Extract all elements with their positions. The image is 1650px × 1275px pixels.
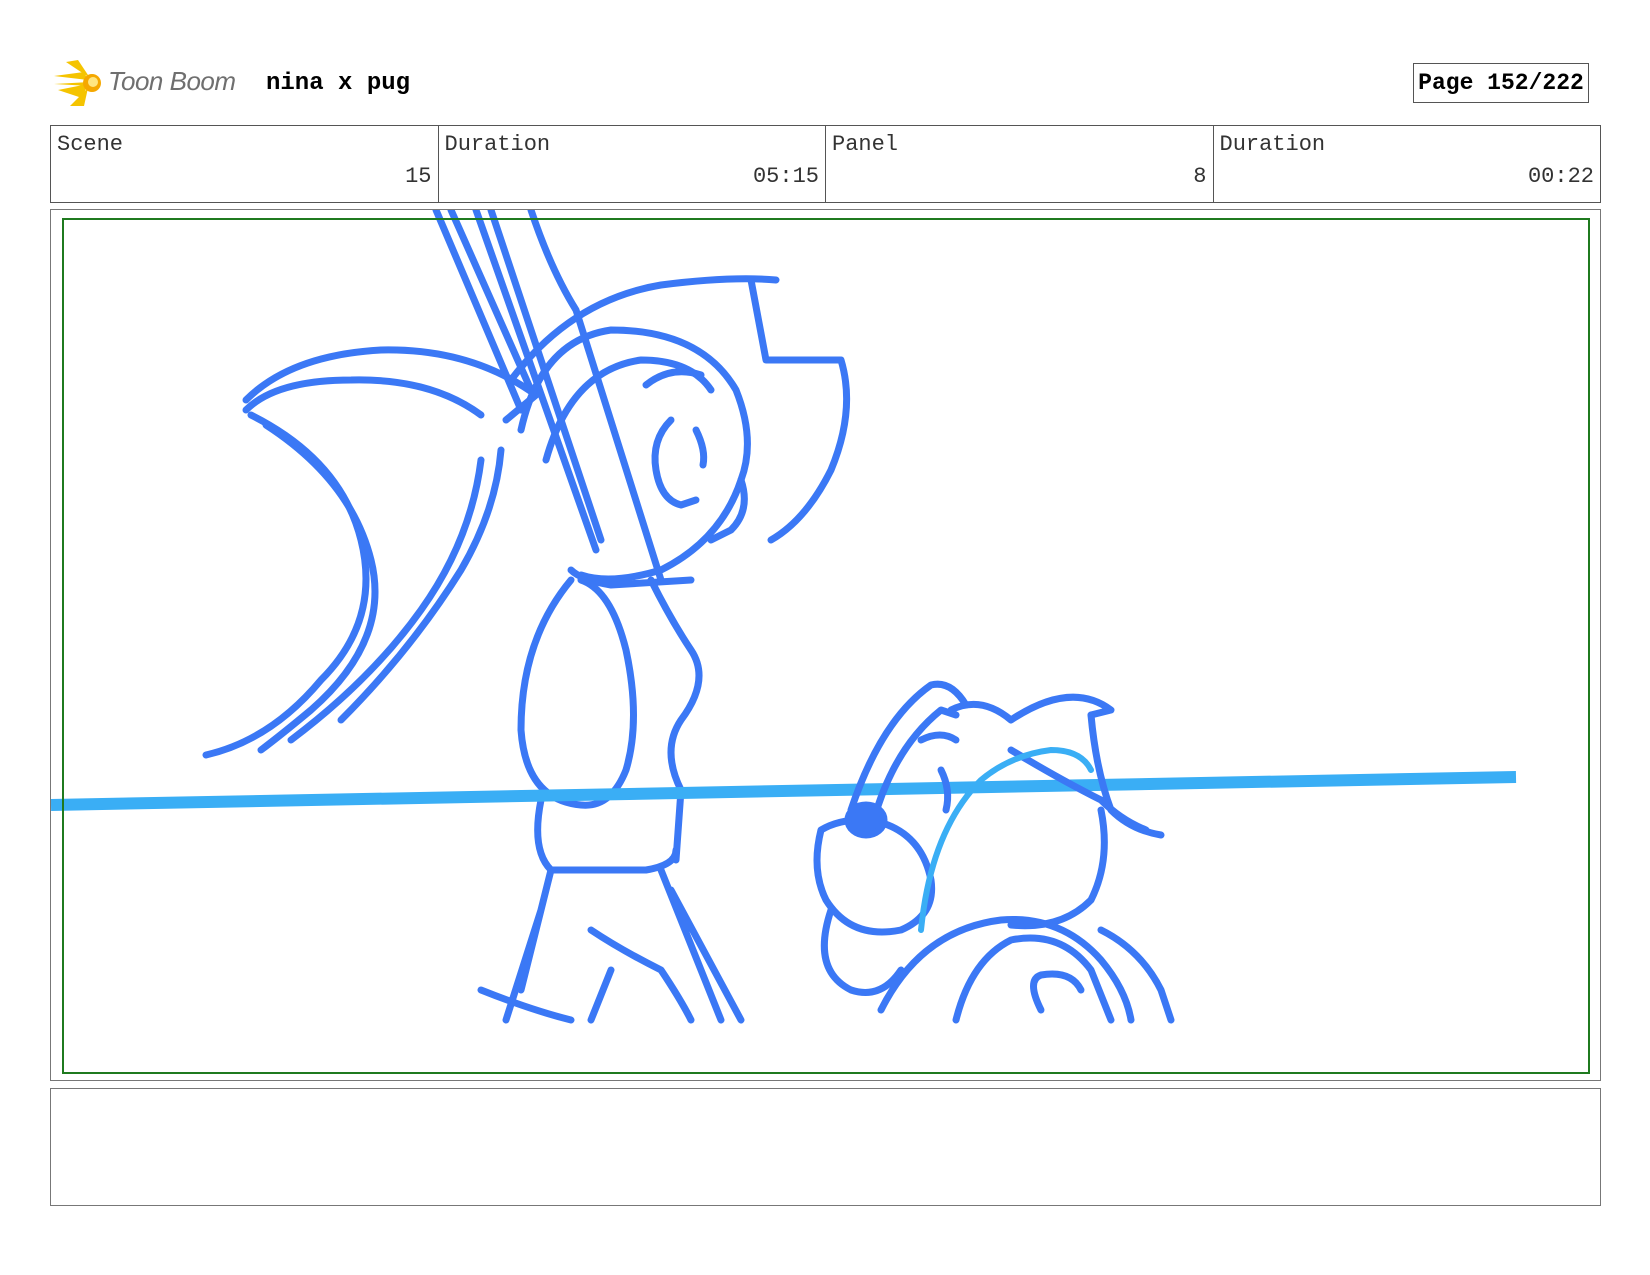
panel-cell: Panel 8 (826, 126, 1214, 202)
scene-value: 15 (405, 164, 432, 189)
page-number: Page 152/222 (1413, 63, 1589, 103)
scene-duration-value: 05:15 (752, 164, 819, 189)
project-title: nina x pug (266, 70, 411, 97)
dialogue-notes-box[interactable] (50, 1088, 1601, 1206)
scene-duration-label: Duration (444, 132, 551, 157)
scene-info-table: Scene 15 Duration 05:15 Panel 8 Duration… (50, 125, 1601, 203)
panel-value: 8 (1193, 164, 1207, 189)
brand-name: Toon Boom (108, 66, 236, 96)
panel-frame (50, 209, 1601, 1081)
scene-cell: Scene 15 (51, 126, 439, 202)
scene-label: Scene (57, 132, 124, 157)
safe-area-border (62, 218, 1590, 1074)
flame-logo-icon (54, 60, 101, 106)
panel-duration-value: 00:22 (1527, 164, 1594, 189)
panel-duration-cell: Duration 00:22 (1214, 126, 1601, 202)
storyboard-header: Toon Boom nina x pug Page 152/222 (54, 58, 1604, 108)
panel-duration-label: Duration (1219, 132, 1326, 157)
toon-boom-logo: Toon Boom (54, 58, 254, 110)
scene-duration-cell: Duration 05:15 (439, 126, 826, 202)
panel-label: Panel (832, 132, 899, 157)
